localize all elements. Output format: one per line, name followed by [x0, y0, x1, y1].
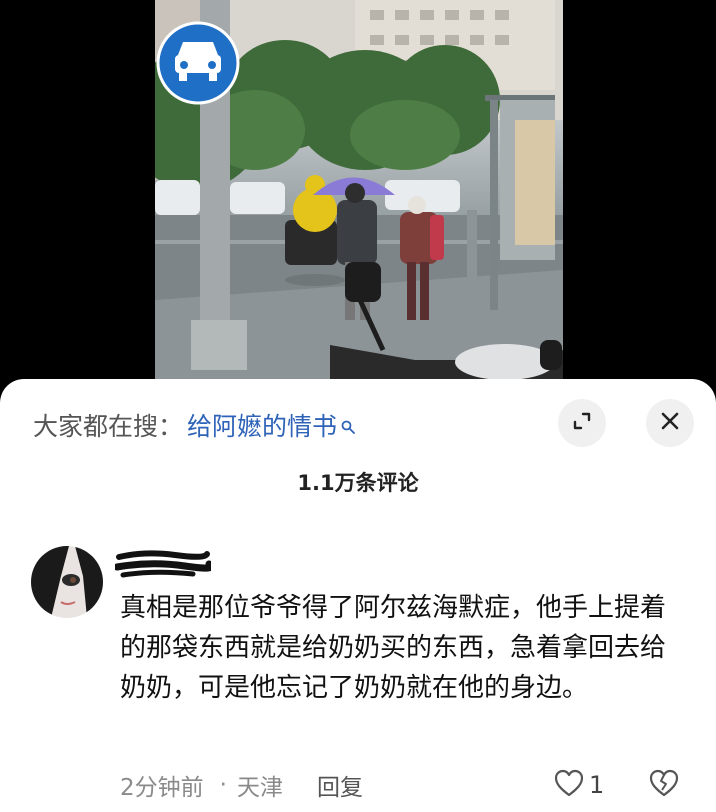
close-icon [659, 410, 681, 436]
avatar[interactable] [31, 546, 103, 618]
heart-icon [553, 768, 585, 802]
comment-meta: 2分钟前 · 天津 回复 [120, 769, 363, 801]
comment-count: 1.1万条评论 [297, 471, 419, 495]
close-button[interactable] [646, 399, 694, 447]
search-suggestion-link[interactable]: 给阿嬷的情书 [187, 407, 337, 443]
reply-button[interactable]: 回复 [317, 768, 363, 802]
video-frame [155, 0, 563, 400]
like-count: 1 [589, 771, 605, 799]
comment-text: 真相是那位爷爷得了阿尔兹海默症，他手上提着的那袋东西就是给奶奶买的东西，急着拿回… [120, 593, 667, 703]
video-player[interactable] [155, 0, 563, 400]
search-suggestion-row[interactable]: 大家都在搜： 给阿嬷的情书 [33, 405, 355, 445]
meta-separator: · [219, 772, 227, 798]
dislike-button[interactable] [648, 767, 682, 803]
like-button[interactable]: 1 [553, 767, 604, 803]
expand-button[interactable] [558, 399, 606, 447]
comment-time: 2分钟前 [120, 775, 204, 801]
expand-icon [571, 410, 593, 436]
search-icon [341, 411, 355, 434]
broken-heart-icon [648, 768, 680, 802]
comment-sheet: 大家都在搜： 给阿嬷的情书 1.1万条评论 真相是那位爷爷得了阿尔兹海默症，他手… [0, 379, 716, 812]
search-prefix: 大家都在搜： [33, 412, 184, 441]
comment-location: 天津 [236, 775, 283, 801]
username-redacted [113, 549, 215, 579]
